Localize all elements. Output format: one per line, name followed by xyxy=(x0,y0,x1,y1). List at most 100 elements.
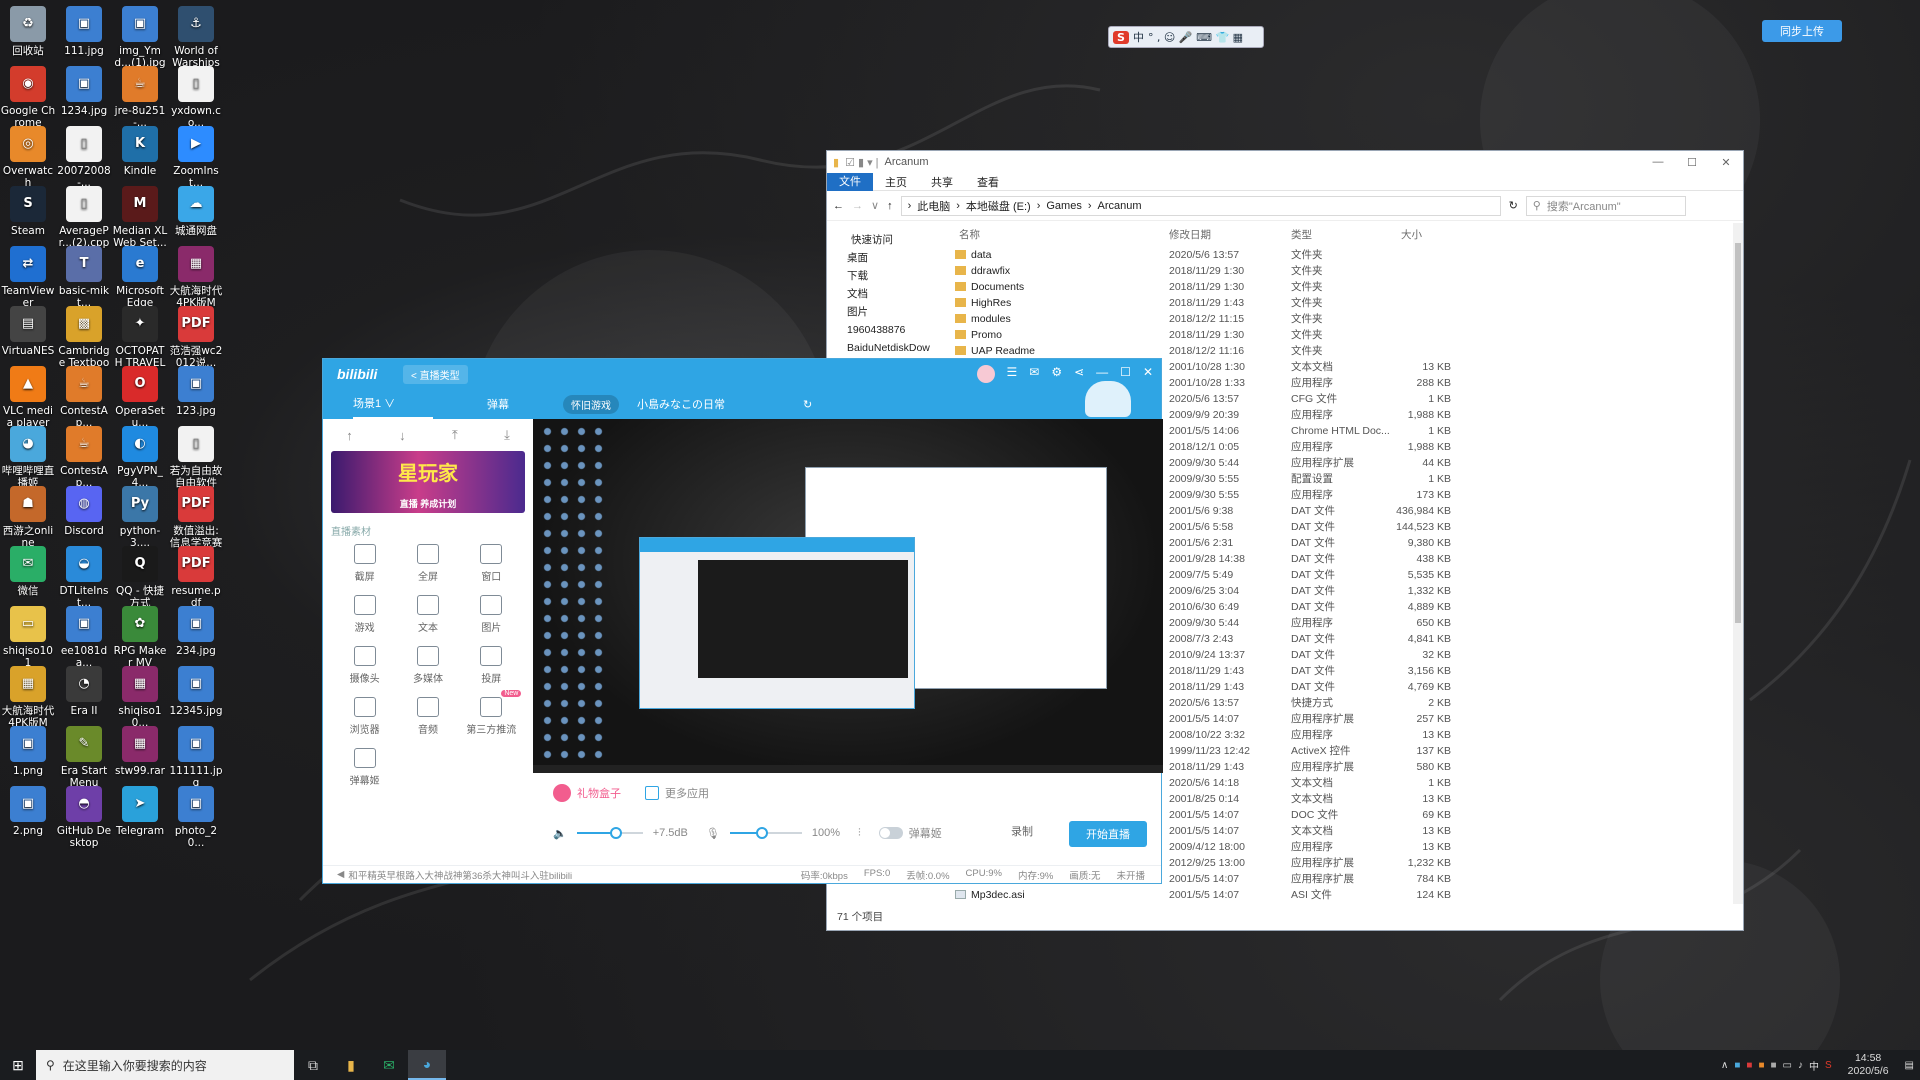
windows-start-icon[interactable]: ⊞ xyxy=(0,1057,36,1074)
nav-item[interactable]: 图片 xyxy=(827,303,945,321)
tray-app-icon[interactable]: ■ xyxy=(1746,1060,1752,1071)
ime-indicator[interactable]: 中 xyxy=(1809,1058,1819,1073)
ribbon-tab[interactable]: 查看 xyxy=(965,174,1011,190)
desktop-icon[interactable]: ▣ 234.jpg xyxy=(168,604,224,657)
desktop-icon[interactable]: Q QQ - 快捷方式 xyxy=(112,544,168,609)
volume-slider[interactable] xyxy=(576,827,643,839)
settings-icon[interactable]: ⚙ xyxy=(1051,365,1062,383)
minimize-icon[interactable]: — xyxy=(1641,156,1675,169)
breadcrumb-item[interactable]: 此电脑 xyxy=(917,198,950,214)
desktop-icon[interactable]: ◉ Google Chrome xyxy=(0,64,56,129)
notifications-icon[interactable]: ▤ xyxy=(1905,1060,1914,1071)
window-tool[interactable]: 窗口 xyxy=(460,544,523,583)
taskbar-search-input[interactable]: ⚲ 在这里输入你要搜索的内容 xyxy=(36,1050,294,1080)
game-tool[interactable]: 游戏 xyxy=(333,595,396,634)
file-row[interactable]: modules 2018/12/2 11:15 文件夹 xyxy=(947,311,1733,327)
desktop-icon[interactable]: PDF resume.pdf xyxy=(168,544,224,609)
desktop-icon[interactable]: Tbasic-mikt... xyxy=(56,244,112,309)
desktop-icon[interactable]: ▲ VLC media player xyxy=(0,364,56,429)
maximize-icon[interactable]: ☐ xyxy=(1120,365,1131,383)
desktop-icon[interactable]: ▦ shiqiso10... xyxy=(112,664,168,729)
nav-item[interactable]: BaiduNetdiskDow xyxy=(827,339,945,357)
desktop-icon[interactable]: ▣ img_Ymd...(1).jpg xyxy=(112,4,168,69)
column-header[interactable]: 名称 xyxy=(947,223,1169,247)
desktop-icon[interactable]: ✉ 微信 xyxy=(0,544,56,597)
stream-preview[interactable] xyxy=(533,419,1163,773)
refresh-icon[interactable]: ↻ xyxy=(1509,199,1518,212)
move-top-icon[interactable]: ⤒ xyxy=(452,427,458,443)
desktop-icon[interactable]: ✿ RPG Maker MV xyxy=(112,604,168,669)
desktop-icon[interactable]: ◍ Discord xyxy=(56,484,112,537)
nav-item[interactable]: 文档 xyxy=(827,285,945,303)
ime-mode[interactable]: 中 xyxy=(1133,29,1144,45)
desktop-icon[interactable]: e Microsoft Edge xyxy=(112,244,168,309)
network-icon[interactable]: ▭ xyxy=(1783,1060,1792,1071)
close-icon[interactable]: ✕ xyxy=(1709,156,1743,169)
mic-slider[interactable] xyxy=(729,827,802,839)
ime-toolbar[interactable]: S 中 ° , ☺ 🎤 ⌨ 👕 ▦ xyxy=(1108,26,1264,48)
desktop-icon[interactable]: ➤ Telegram xyxy=(112,784,168,837)
bili-live-taskbar-icon[interactable]: ◕ xyxy=(408,1050,446,1080)
file-row[interactable]: ddrawfix 2018/11/29 1:30 文件夹 xyxy=(947,263,1733,279)
column-header[interactable]: 修改日期 xyxy=(1169,223,1291,247)
desktop-icon[interactable]: ☕ ContestAp... xyxy=(56,424,112,489)
menu-icon[interactable]: ☰ xyxy=(1007,365,1018,383)
ime-extras[interactable]: ° , ☺ 🎤 ⌨ 👕 ▦ xyxy=(1148,31,1243,44)
wechat-taskbar-icon[interactable]: ✉ xyxy=(370,1050,408,1080)
screenshot-tool[interactable]: 截屏 xyxy=(333,544,396,583)
cloud-sync-button[interactable]: 同步上传 xyxy=(1762,20,1842,42)
desktop-icon[interactable]: ◔ Era II xyxy=(56,664,112,717)
desktop-icon[interactable]: ◒ DTLiteInst... xyxy=(56,544,112,609)
chevron-right-icon[interactable]: › xyxy=(1037,200,1041,212)
desktop-icon[interactable]: ▣ ee1081da... xyxy=(56,604,112,669)
tray-app-icon[interactable]: ■ xyxy=(1734,1060,1740,1071)
column-header[interactable]: 类型 xyxy=(1291,223,1391,247)
scene-dropdown[interactable]: 场景1 ∨ xyxy=(353,389,433,419)
file-explorer-taskbar-icon[interactable]: ▮ xyxy=(332,1050,370,1080)
danmaku-tool[interactable]: 弹幕姬 xyxy=(333,748,396,787)
text-tool[interactable]: 文本 xyxy=(396,595,459,634)
share-icon[interactable]: ⋖ xyxy=(1074,365,1084,383)
up-icon[interactable]: ↑ xyxy=(887,200,893,212)
clock[interactable]: 14:58 2020/5/6 xyxy=(1838,1052,1899,1078)
category-pill[interactable]: 怀旧游戏 xyxy=(563,394,619,414)
third-party-stream-tool[interactable]: New 第三方推流 xyxy=(460,690,523,736)
nav-item[interactable]: 下载 xyxy=(827,267,945,285)
desktop-icon[interactable]: ⚓ World of Warships xyxy=(168,4,224,69)
desktop-icon[interactable]: ◐ PgyVPN_4... xyxy=(112,424,168,489)
move-up-icon[interactable]: ↑ xyxy=(346,428,353,443)
desktop-icon[interactable]: S Steam xyxy=(0,184,56,237)
desktop-icon[interactable]: ◎ Overwatch xyxy=(0,124,56,189)
desktop-icon[interactable]: ▣ 1234.jpg xyxy=(56,64,112,117)
file-row[interactable]: UAP Readme 2018/12/2 11:16 文件夹 xyxy=(947,343,1733,359)
tab-danmaku[interactable]: 弹幕 xyxy=(469,396,527,412)
promo-banner[interactable]: 星玩家 直播 养成计划 xyxy=(331,451,525,513)
move-bottom-icon[interactable]: ⤓ xyxy=(504,427,510,443)
file-row[interactable]: Documents 2018/11/29 1:30 文件夹 xyxy=(947,279,1733,295)
file-row[interactable]: data 2020/5/6 13:57 文件夹 xyxy=(947,247,1733,263)
maximize-icon[interactable]: ☐ xyxy=(1675,156,1709,169)
fullscreen-tool[interactable]: 全屏 xyxy=(396,544,459,583)
danmaku-toggle[interactable] xyxy=(878,827,903,839)
media-tool[interactable]: 多媒体 xyxy=(396,646,459,685)
desktop-icon[interactable]: ▣ 2.png xyxy=(0,784,56,837)
avatar[interactable] xyxy=(976,365,995,383)
chevron-right-icon[interactable]: › xyxy=(1088,200,1092,212)
desktop-icon[interactable]: ▯ yxdown.co... xyxy=(168,64,224,129)
desktop-icon[interactable]: ▣ photo_20... xyxy=(168,784,224,849)
start-live-button[interactable]: 开始直播 xyxy=(1069,821,1147,847)
desktop-icon[interactable]: ▦ stw99.rar xyxy=(112,724,168,777)
tray-app-icon[interactable]: ■ xyxy=(1771,1060,1777,1071)
cast-tool[interactable]: 投屏 xyxy=(460,646,523,685)
mail-icon[interactable]: ✉ xyxy=(1029,365,1039,383)
tray-expand-icon[interactable]: ∧ xyxy=(1721,1060,1728,1071)
desktop-icon[interactable]: ▣ 123.jpg xyxy=(168,364,224,417)
microphone-icon[interactable]: 🎙 xyxy=(706,827,720,840)
room-title[interactable]: 小島みなこの日常 xyxy=(619,396,743,412)
ribbon-tab[interactable]: 文件 xyxy=(827,172,873,191)
desktop-icon[interactable]: PDF 范浩强wc2012说... xyxy=(168,304,224,369)
chevron-right-icon[interactable]: › xyxy=(908,200,912,212)
address-bar[interactable]: › 此电脑 › 本地磁盘 (E:) › Games › Arcanum xyxy=(900,195,1501,216)
desktop-icon[interactable]: ▶ ZoomInst... xyxy=(168,124,224,189)
refresh-icon[interactable]: ↻ xyxy=(803,398,812,411)
